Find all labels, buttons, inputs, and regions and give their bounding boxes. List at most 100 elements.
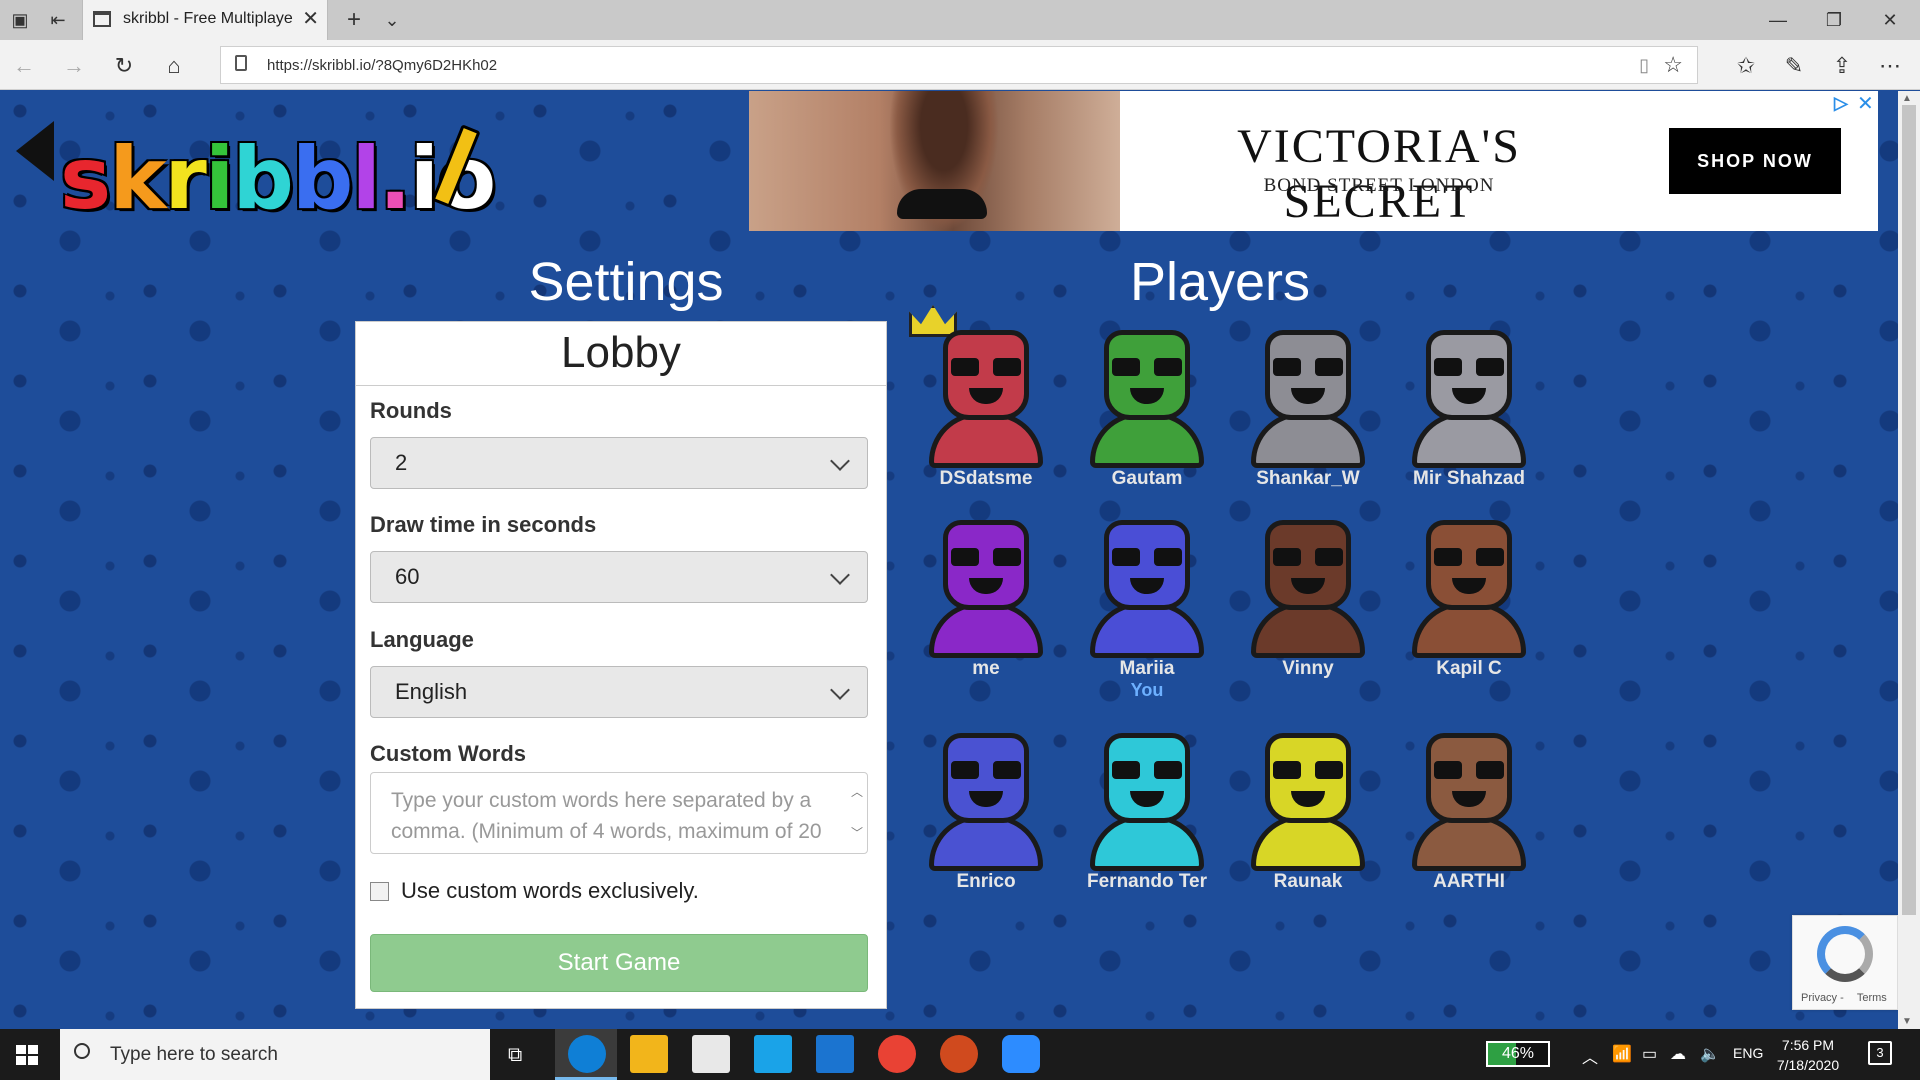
scrollbar-thumb[interactable] <box>1902 105 1916 915</box>
scroll-down-icon[interactable]: ﹀ <box>851 818 863 849</box>
privacy-link[interactable]: Privacy <box>1801 992 1837 1004</box>
skribbl-logo[interactable]: skribbl.io <box>16 111 496 229</box>
avatar-eyes <box>1273 358 1343 378</box>
tab-list-chevron-icon[interactable]: ⌄ <box>380 8 404 32</box>
close-window-icon[interactable]: ✕ <box>1870 6 1910 34</box>
player-card[interactable]: AARTHI <box>1394 729 1544 893</box>
logo-letter: b <box>291 129 354 229</box>
player-card[interactable]: Vinny <box>1233 516 1383 680</box>
restore-icon[interactable]: ❐ <box>1814 6 1854 34</box>
pen-icon[interactable]: ✎ <box>1780 52 1808 80</box>
avatar-body <box>1090 412 1204 468</box>
scroll-down-arrow-icon[interactable]: ▼ <box>1902 1016 1912 1027</box>
mail-icon[interactable] <box>816 1035 854 1073</box>
close-tab-icon[interactable]: ✕ <box>302 6 319 31</box>
player-card[interactable]: Raunak <box>1233 729 1383 893</box>
zoom-icon[interactable] <box>1002 1035 1040 1073</box>
player-name: AARTHI <box>1433 871 1505 892</box>
back-icon[interactable]: ← <box>10 52 38 80</box>
drawtime-label: Draw time in seconds <box>370 512 597 537</box>
player-card[interactable]: Gautam <box>1072 326 1222 490</box>
reading-view-icon[interactable]: ▯ <box>1639 55 1649 76</box>
home-icon[interactable]: ⌂ <box>160 52 188 80</box>
you-indicator: You <box>1130 680 1164 700</box>
custom-words-textarea[interactable]: Type your custom words here separated by… <box>370 772 868 854</box>
language-select[interactable]: English <box>370 666 868 718</box>
player-card[interactable]: me <box>911 516 1061 680</box>
speaker-icon[interactable] <box>16 121 54 181</box>
players-heading: Players <box>1129 252 1311 312</box>
page-scrollbar[interactable]: ▲ ▼ <box>1898 91 1920 1029</box>
drawtime-select[interactable]: 60 <box>370 551 868 603</box>
windows-start-icon[interactable] <box>16 1045 38 1065</box>
exclusive-checkbox-row[interactable]: Use custom words exclusively. <box>370 878 699 904</box>
input-language[interactable]: ENG <box>1733 1045 1763 1061</box>
system-clock[interactable]: 7:56 PM 7/18/2020 <box>1760 1035 1856 1075</box>
player-name: Raunak <box>1273 871 1343 892</box>
avatar-body <box>1090 602 1204 658</box>
player-name: Mir Shahzad <box>1413 468 1525 489</box>
minimize-icon[interactable]: — <box>1758 6 1798 34</box>
chrome-icon[interactable] <box>878 1035 916 1073</box>
lobby-panel: Lobby Rounds 2 Draw time in seconds 60 L… <box>355 321 887 1009</box>
terms-link[interactable]: Terms <box>1857 992 1887 1004</box>
player-avatar <box>1404 326 1534 468</box>
logo-letter: r <box>164 129 206 229</box>
more-icon[interactable]: ⋯ <box>1876 52 1904 80</box>
player-card[interactable]: Enrico <box>911 729 1061 893</box>
edge-icon[interactable] <box>568 1035 606 1073</box>
player-card[interactable]: Fernando Ter <box>1072 729 1222 893</box>
avatar-eyes <box>1273 761 1343 781</box>
player-card[interactable]: Kapil C <box>1394 516 1544 680</box>
store-icon[interactable] <box>692 1035 730 1073</box>
logo-letter: i <box>204 129 235 229</box>
player-card[interactable]: Shankar_W <box>1233 326 1383 490</box>
battery-icon[interactable]: ▭ <box>1642 1044 1657 1064</box>
network-icon[interactable]: 📶 <box>1612 1044 1632 1064</box>
set-aside-tabs-icon[interactable]: ⇤ <box>46 8 70 32</box>
logo-letter: b <box>232 129 294 229</box>
share-icon[interactable]: ⇪ <box>1828 52 1856 80</box>
taskbar-search[interactable]: Type here to search <box>60 1029 490 1080</box>
logo-wordmark: skribbl.io <box>60 129 496 229</box>
scroll-up-icon[interactable]: ︿ <box>851 777 863 808</box>
notification-center-icon[interactable]: 3 <box>1868 1041 1892 1065</box>
player-card[interactable]: Mariia You <box>1072 516 1222 701</box>
player-name: DSdatsme <box>939 468 1033 489</box>
battery-indicator[interactable]: 46% <box>1486 1041 1550 1067</box>
advertisement-banner[interactable]: VICTORIA'S SECRET BOND STREET LONDON SHO… <box>749 91 1878 231</box>
recaptcha-badge[interactable]: Privacy - Terms <box>1792 915 1898 1010</box>
shop-now-button[interactable]: SHOP NOW <box>1669 128 1841 194</box>
player-card[interactable]: Mir Shahzad <box>1394 326 1544 490</box>
favorite-star-icon[interactable]: ☆ <box>1663 52 1683 78</box>
app-l-icon[interactable] <box>754 1035 792 1073</box>
player-card[interactable]: DSdatsme <box>911 326 1061 490</box>
logo-letter: . <box>378 129 412 229</box>
task-view-icon[interactable]: ⧉ <box>508 1044 522 1067</box>
exclusive-label: Use custom words exclusively. <box>401 878 699 903</box>
favorites-icon[interactable]: ✩ <box>1732 52 1760 80</box>
forward-icon[interactable]: → <box>60 52 88 80</box>
scroll-up-arrow-icon[interactable]: ▲ <box>1902 93 1912 104</box>
logo-letter: k <box>109 129 166 229</box>
adchoices-icon[interactable]: ▷ <box>1834 93 1848 114</box>
file-explorer-icon[interactable] <box>630 1035 668 1073</box>
rounds-select[interactable]: 2 <box>370 437 868 489</box>
tab-actions-icon[interactable]: ▣ <box>8 8 32 32</box>
url-field[interactable]: https://skribbl.io/?8Qmy6D2HKh02 ▯ ☆ <box>220 46 1698 84</box>
refresh-icon[interactable]: ↻ <box>110 52 138 80</box>
ad-close-icon[interactable]: ✕ <box>1857 91 1874 116</box>
show-hidden-icons-chevron-icon[interactable]: ︿ <box>1582 1044 1598 1068</box>
language-label: Language <box>370 627 474 652</box>
exclusive-checkbox[interactable] <box>370 882 389 901</box>
logo-letter: l <box>351 129 381 229</box>
ad-brand: VICTORIA'S SECRET <box>1237 120 1521 228</box>
url-text: https://skribbl.io/?8Qmy6D2HKh02 <box>267 57 498 74</box>
browser-tab[interactable]: skribbl - Free Multiplaye ✕ <box>82 0 328 40</box>
start-game-button[interactable]: Start Game <box>370 934 868 992</box>
powerpoint-icon[interactable] <box>940 1035 978 1073</box>
avatar-eyes <box>1273 548 1343 568</box>
volume-icon[interactable]: 🔈 <box>1700 1044 1720 1064</box>
new-tab-icon[interactable]: + <box>342 8 366 32</box>
onedrive-icon[interactable]: ☁ <box>1670 1044 1686 1064</box>
